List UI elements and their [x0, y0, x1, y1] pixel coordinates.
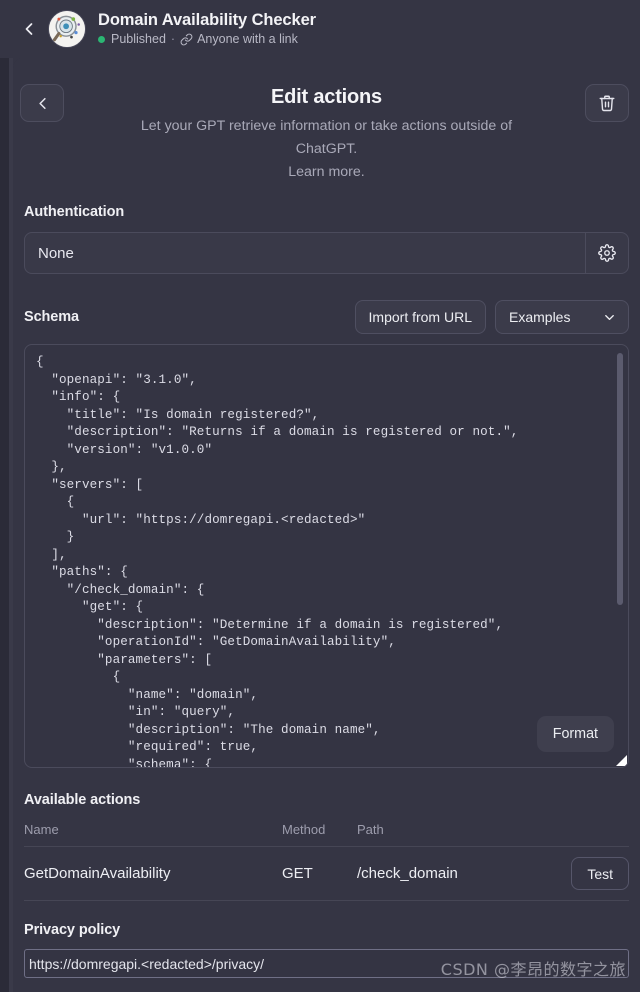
examples-dropdown-button[interactable]: Examples: [495, 300, 629, 334]
edit-back-button[interactable]: [20, 84, 64, 122]
page-title: Edit actions: [13, 84, 640, 110]
import-from-url-button[interactable]: Import from URL: [355, 300, 486, 334]
format-button[interactable]: Format: [537, 716, 614, 752]
delete-action-button[interactable]: [585, 84, 629, 122]
chevron-left-icon: [33, 94, 52, 113]
action-name: GetDomainAvailability: [24, 865, 282, 882]
privacy-policy-section: Privacy policy: [24, 922, 629, 978]
privacy-policy-input[interactable]: [24, 949, 629, 978]
gpt-avatar-magnifier-icon: [49, 11, 85, 47]
authentication-field[interactable]: None: [24, 232, 629, 274]
privacy-policy-label: Privacy policy: [24, 922, 629, 938]
gpt-status-row: Published · Anyone with a link: [98, 31, 316, 47]
authentication-settings-button[interactable]: [585, 233, 628, 273]
status-badge: Published: [111, 31, 166, 47]
schema-editor[interactable]: { "openapi": "3.1.0", "info": { "title":…: [24, 344, 629, 768]
schema-code-text[interactable]: { "openapi": "3.1.0", "info": { "title":…: [25, 345, 628, 768]
authentication-value[interactable]: None: [25, 233, 585, 273]
available-actions-label: Available actions: [24, 792, 629, 808]
column-header-path: Path: [357, 822, 565, 837]
visibility-label: Anyone with a link: [197, 31, 298, 47]
link-icon: [180, 33, 193, 46]
left-edge-panel-inner: [9, 58, 13, 992]
table-header-row: Name Method Path: [24, 822, 629, 847]
available-actions-table: Name Method Path GetDomainAvailability G…: [24, 822, 629, 901]
resize-grip-icon[interactable]: [615, 754, 627, 766]
authentication-label: Authentication: [24, 204, 629, 220]
column-header-method: Method: [282, 822, 357, 837]
left-edge-panel: [0, 0, 9, 992]
schema-section: Schema Import from URL Examples { "opena…: [24, 300, 629, 768]
table-row: GetDomainAvailability GET /check_domain …: [24, 847, 629, 901]
schema-scrollbar-thumb[interactable]: [617, 353, 623, 605]
app-header-bar: Domain Availability Checker Published · …: [0, 0, 640, 58]
column-header-name: Name: [24, 822, 282, 837]
header-text-group: Domain Availability Checker Published · …: [98, 11, 316, 47]
action-method: GET: [282, 865, 357, 882]
available-actions-section: Available actions Name Method Path GetDo…: [24, 792, 629, 901]
app-root: Domain Availability Checker Published · …: [0, 0, 640, 992]
action-path: /check_domain: [357, 865, 565, 882]
page-description: Let your GPT retrieve information or tak…: [117, 115, 537, 161]
column-header-action: [565, 822, 629, 837]
schema-label: Schema: [24, 309, 79, 325]
examples-dropdown-label: Examples: [509, 309, 570, 325]
gear-icon: [598, 244, 616, 262]
header-back-button[interactable]: [14, 14, 44, 44]
schema-header-row: Schema Import from URL Examples: [24, 300, 629, 334]
test-action-button[interactable]: Test: [571, 857, 629, 890]
avatar: [48, 10, 86, 48]
edit-actions-panel: Edit actions Let your GPT retrieve infor…: [13, 58, 640, 992]
panel-body: Authentication None Schema Impor: [13, 204, 640, 978]
status-dot-icon: [98, 36, 105, 43]
action-test-cell: Test: [565, 857, 629, 890]
chevron-down-icon: [602, 310, 617, 325]
trash-icon: [598, 94, 616, 112]
learn-more-link[interactable]: Learn more.: [13, 161, 640, 184]
authentication-section: Authentication None: [24, 204, 629, 274]
status-separator: ·: [171, 31, 175, 47]
edit-actions-header: Edit actions Let your GPT retrieve infor…: [13, 58, 640, 188]
gpt-title: Domain Availability Checker: [98, 11, 316, 30]
schema-scrollbar[interactable]: [617, 351, 623, 763]
chevron-left-icon: [19, 19, 39, 39]
